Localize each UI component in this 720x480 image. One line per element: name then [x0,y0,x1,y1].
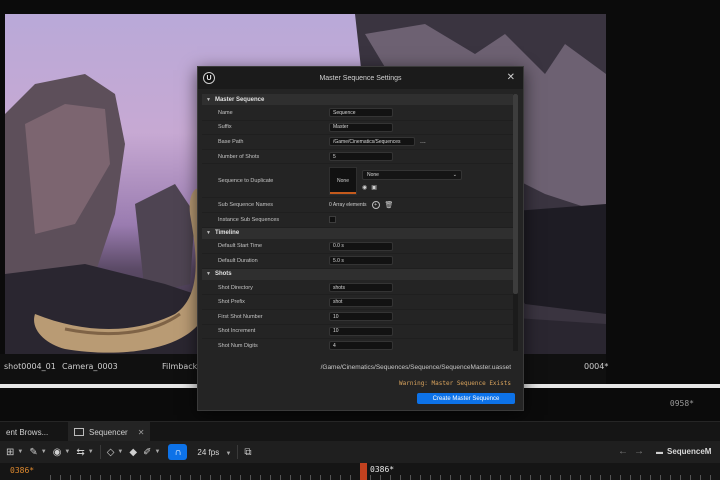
sub-sequence-names-label: Sub Sequence Names [218,202,274,209]
asset-thumbnail[interactable]: None [329,166,357,195]
shot-prefix-row: Shot Prefix shot [202,295,513,310]
number-of-shots-field[interactable]: 5 [329,152,393,162]
sequencer-icon [74,428,84,436]
collapse-arrow-icon[interactable]: ▼ [206,230,211,236]
filmback-label: Filmback [162,362,198,371]
sub-sequence-names-row: Sub Sequence Names 0 Array elements + 🗑 [202,198,513,213]
first-shot-number-row: First Shot Number 10 [202,310,513,325]
shot-directory-field[interactable]: shots [329,283,393,293]
sequence-to-duplicate-label: Sequence to Duplicate [218,177,274,184]
collapse-arrow-icon[interactable]: ▼ [206,97,211,103]
base-path-label: Base Path [218,138,244,145]
toolbar-separator [99,445,101,459]
shot-increment-row: Shot Increment 10 [202,325,513,340]
shot-name-label: shot0004_01 [4,362,56,371]
shot-num-digits-label: Shot Num Digits [218,342,258,349]
trash-icon[interactable]: 🗑 [385,201,394,209]
default-start-time-label: Default Start Time [218,243,263,250]
instance-sub-sequences-checkbox[interactable] [329,216,336,224]
scrollbar-thumb[interactable] [513,94,518,294]
first-shot-number-label: First Shot Number [218,313,263,320]
instance-sub-sequences-label: Instance Sub Sequences [218,216,280,223]
playhead[interactable] [360,463,367,480]
editor-tab-bar: ent Brows... Sequencer ✕ [0,421,720,442]
shot-directory-label: Shot Directory [218,284,253,291]
folder-icon: ▬ [656,449,663,456]
key-diamond-icon[interactable]: ◇ ▼ [107,447,124,458]
key-icon[interactable]: ◆ [129,447,137,458]
number-of-shots-label: Number of Shots [218,153,260,160]
brush-icon[interactable]: ✐ ▼ [143,447,160,458]
settings-scrollbar[interactable] [513,94,518,351]
chevron-down-icon: ⌄ [452,172,457,179]
base-path-field[interactable]: /Game/Cinematics/Sequences [329,137,415,147]
number-of-shots-row: Number of Shots 5 [202,150,513,165]
sequence-breadcrumb[interactable]: ▬ SequenceM [656,447,711,456]
timeline-ruler[interactable]: 0386* 0386* [0,463,720,480]
frame-rate-dropdown[interactable]: 24 fps ▼ [197,448,231,457]
default-duration-row: Default Duration 5.0 s [202,254,513,269]
suffix-label: Suffix [218,124,232,131]
collapse-arrow-icon[interactable]: ▼ [206,271,211,277]
dialog-title-bar[interactable]: U Master Sequence Settings ✕ [198,67,523,89]
browse-button[interactable]: ... [420,138,426,145]
shot-num-digits-field[interactable]: 4 [329,341,393,351]
shot-prefix-field[interactable]: shot [329,297,393,307]
dialog-title: Master Sequence Settings [319,74,402,82]
suffix-row: Suffix Master [202,121,513,136]
timeline-ticks [50,475,720,480]
shot-prefix-label: Shot Prefix [218,299,245,306]
suffix-field[interactable]: Master [329,122,393,132]
section-shots[interactable]: ▼ Shots [202,268,513,280]
screen: shot0004_01 Camera_0003 Filmback 0004* 0… [0,0,720,480]
history-arrows[interactable]: ←→ [618,446,650,457]
base-path-row: Base Path /Game/Cinematics/Sequences ... [202,135,513,150]
tab-content-browser[interactable]: ent Brows... [0,422,54,442]
settings-panel: ▼ Master Sequence Name Sequence Suffix M… [202,94,513,351]
shot-directory-row: Shot Directory shots [202,281,513,296]
default-duration-field[interactable]: 5.0 s [329,256,393,266]
section-timeline[interactable]: ▼ Timeline [202,227,513,239]
instance-sub-sequences-row: Instance Sub Sequences [202,213,513,228]
use-selected-icon[interactable]: ◉ [362,184,367,191]
sequence-combo[interactable]: None ⌄ [362,170,462,181]
wrench-icon[interactable]: ✎ ▼ [29,447,46,458]
shot-increment-label: Shot Increment [218,328,256,335]
shot-num-digits-row: Shot Num Digits 4 [202,339,513,351]
current-frame-label: 0004* [584,362,609,371]
create-master-sequence-button[interactable]: Create Master Sequence [417,393,515,404]
eye-icon[interactable]: ◉ ▼ [53,447,71,458]
default-start-time-row: Default Start Time 0.0 s [202,240,513,255]
first-shot-number-field[interactable]: 10 [329,312,393,322]
camera-label: Camera_0003 [62,362,118,371]
add-track-icon[interactable]: ⊞ ▼ [6,447,23,458]
sequence-to-duplicate-row: Sequence to Duplicate None None ⌄ ◉ ▣ [202,164,513,199]
warning-message: Warning: Master Sequence Exists [399,380,511,387]
camera-cut-lock-icon[interactable]: ⧉ [244,447,251,458]
master-sequence-settings-dialog: U Master Sequence Settings ✕ ▼ Master Se… [197,66,524,411]
name-row: Name Sequence [202,106,513,121]
array-count: 0 Array elements [329,202,367,209]
name-label: Name [218,109,233,116]
default-duration-label: Default Duration [218,257,258,264]
current-frame-field[interactable]: 0386* [10,466,34,475]
playback-options-icon[interactable]: ⇆ ▼ [76,447,93,458]
sequencer-toolbar: ⊞ ▼ ✎ ▼ ◉ ▼ ⇆ ▼ ◇ ▼ ◆ ✐ ▼ ∩ 24 fps ▼ ⧉ [0,441,720,463]
asset-path-label: /Game/Cinematics/Sequences/Sequence/Sequ… [320,364,511,371]
end-frame-label: 0958* [669,399,694,408]
tab-sequencer[interactable]: Sequencer ✕ [68,422,151,442]
playhead-frame-label: 0386* [370,465,395,474]
toolbar-separator [237,445,239,459]
shot-increment-field[interactable]: 10 [329,326,393,336]
name-field[interactable]: Sequence [329,108,393,118]
close-icon[interactable]: ✕ [507,72,515,83]
add-element-icon[interactable]: + [371,201,380,210]
browse-folder-icon[interactable]: ▣ [371,184,377,191]
default-start-time-field[interactable]: 0.0 s [329,241,393,251]
section-master-sequence[interactable]: ▼ Master Sequence [202,94,513,105]
snap-magnet-icon[interactable]: ∩ [168,444,188,460]
close-icon[interactable]: ✕ [138,428,145,437]
